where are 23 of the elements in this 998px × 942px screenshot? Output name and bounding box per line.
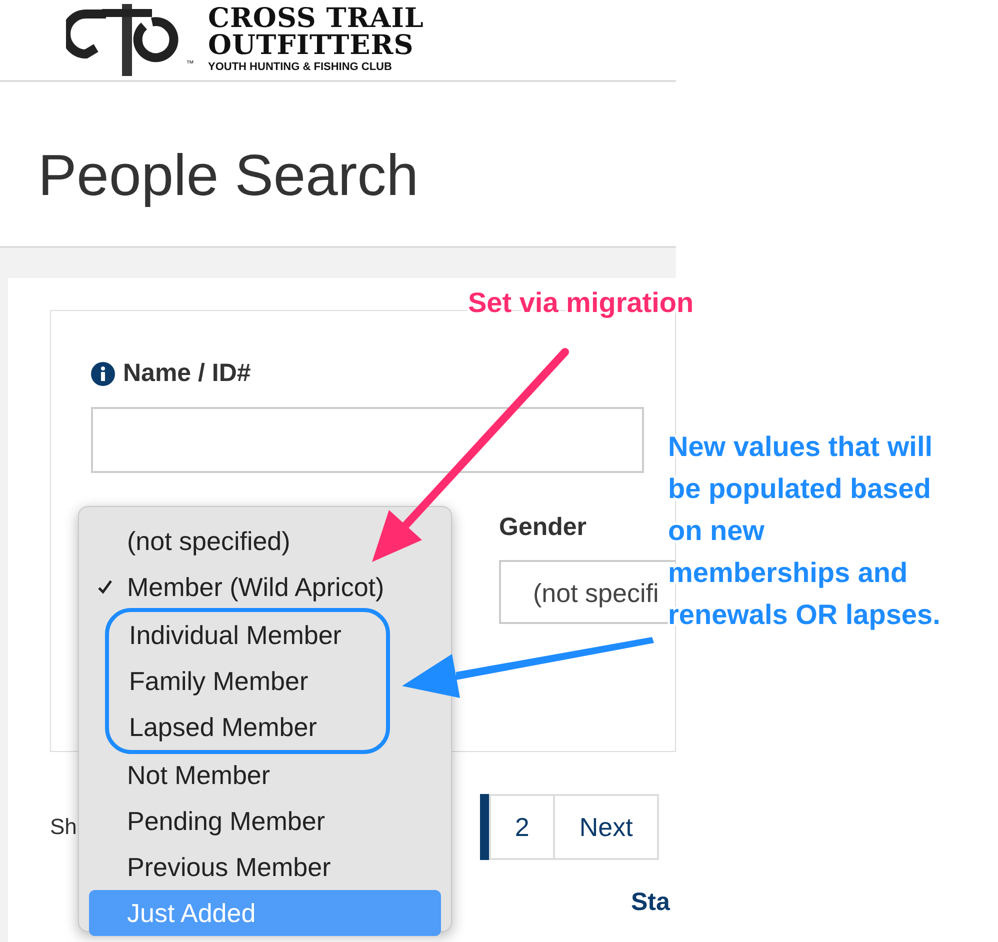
show-text: Sh (50, 813, 77, 841)
info-icon[interactable] (91, 362, 115, 386)
dropdown-option[interactable]: Individual Member (109, 612, 386, 658)
page-button[interactable] (480, 794, 489, 860)
logo-tagline: YOUTH HUNTING & FISHING CLUB (208, 60, 393, 75)
field-label: Name / ID# (123, 358, 251, 389)
dropdown-option[interactable]: Not Member (89, 752, 441, 798)
page-button[interactable]: 2 (488, 794, 556, 860)
dropdown-option[interactable]: (not specified) (89, 518, 441, 564)
dropdown-option[interactable]: Previous Member (89, 844, 441, 890)
dropdown-option[interactable]: Pending Member (89, 798, 441, 844)
annotation-text: Set via migration (468, 286, 694, 320)
field-label: Gender (499, 512, 588, 542)
dropdown-option[interactable]: Lapsed Member (109, 704, 386, 750)
logo-text: CROSS TRAIL (208, 4, 424, 32)
logo-text: OUTFITTERS (208, 32, 415, 59)
dropdown-option[interactable]: Family Member (109, 658, 386, 704)
trademark: ™ (186, 58, 194, 70)
page-button[interactable]: Next (555, 794, 659, 860)
page-title: People Search (38, 143, 418, 208)
name-input[interactable] (91, 406, 644, 472)
column-header[interactable]: Sta (631, 884, 670, 922)
dropdown-option[interactable]: Member (Wild Apricot) (89, 564, 441, 610)
